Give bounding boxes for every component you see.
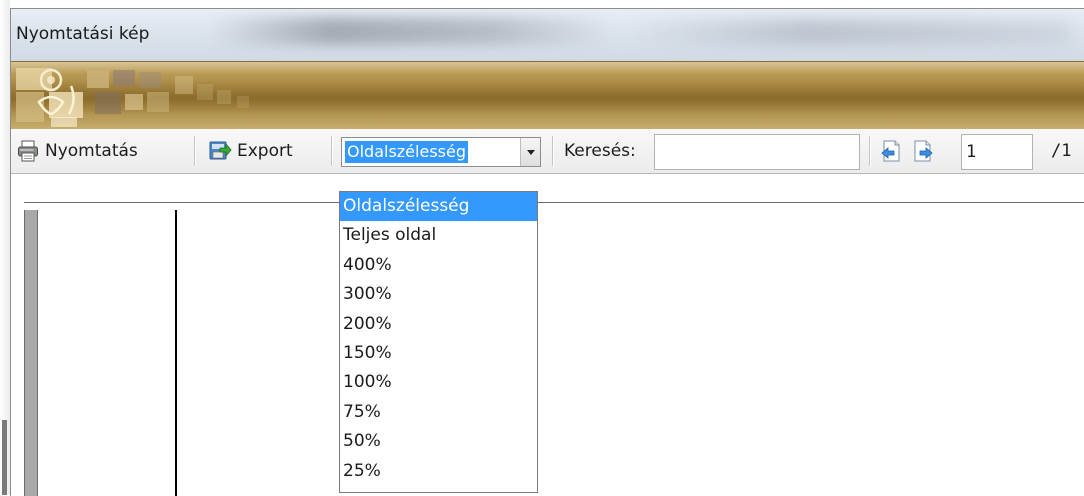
export-button[interactable]: Export — [208, 129, 293, 173]
zoom-option[interactable]: 150% — [340, 339, 537, 368]
page-left-border — [175, 210, 177, 496]
export-button-label: Export — [237, 141, 293, 161]
window-title: Nyomtatási kép — [16, 24, 150, 44]
title-bar-blur — [211, 17, 611, 45]
page-total: /1 — [1051, 141, 1072, 161]
zoom-select-value: Oldalszélesség — [345, 141, 468, 163]
preview-area[interactable] — [11, 174, 1084, 496]
preview-frame-top — [24, 202, 1084, 211]
title-bar-blur — [631, 19, 1071, 45]
search-label: Keresés: — [564, 129, 636, 173]
next-page-button[interactable] — [912, 129, 936, 173]
logo-image — [16, 68, 249, 127]
zoom-option[interactable]: 300% — [340, 280, 537, 309]
zoom-option[interactable]: 100% — [340, 368, 537, 397]
toolbar-separator — [552, 136, 554, 166]
zoom-option[interactable]: 75% — [340, 398, 537, 427]
search-label-text: Keresés: — [564, 141, 636, 161]
header-banner — [11, 61, 1084, 130]
zoom-option[interactable]: 400% — [340, 251, 537, 280]
window-shadow — [0, 0, 10, 495]
preview-vertical-scroll-track[interactable] — [24, 210, 38, 496]
toolbar-separator — [194, 136, 196, 166]
zoom-dropdown-list[interactable]: Oldalszélesség Teljes oldal 400% 300% 20… — [339, 191, 538, 493]
zoom-option[interactable]: 25% — [340, 457, 537, 486]
background-scrollbar — [2, 420, 7, 495]
title-bar[interactable]: Nyomtatási kép — [11, 9, 1084, 61]
search-input[interactable] — [654, 134, 860, 170]
print-button-label: Nyomtatás — [45, 141, 138, 161]
next-page-icon — [912, 139, 936, 163]
printer-icon — [17, 140, 39, 162]
zoom-select[interactable]: Oldalszélesség — [341, 137, 541, 167]
print-button[interactable]: Nyomtatás — [17, 129, 138, 173]
previous-page-icon — [879, 139, 903, 163]
zoom-option[interactable]: 200% — [340, 310, 537, 339]
page-number-input[interactable]: 1 — [961, 134, 1033, 170]
previous-page-button[interactable] — [879, 129, 903, 173]
zoom-option[interactable]: 50% — [340, 427, 537, 456]
zoom-option[interactable]: Oldalszélesség — [340, 192, 537, 222]
chevron-down-icon[interactable] — [520, 138, 540, 166]
print-preview-window: Nyomtatási kép Nyomtatás Export Oldalszé… — [10, 8, 1084, 496]
toolbar-separator — [869, 136, 871, 166]
toolbar: Nyomtatás Export Oldalszélesség Keresés: — [11, 129, 1084, 174]
zoom-option[interactable]: Teljes oldal — [340, 221, 537, 250]
toolbar-separator — [331, 136, 333, 166]
export-icon — [208, 139, 232, 163]
